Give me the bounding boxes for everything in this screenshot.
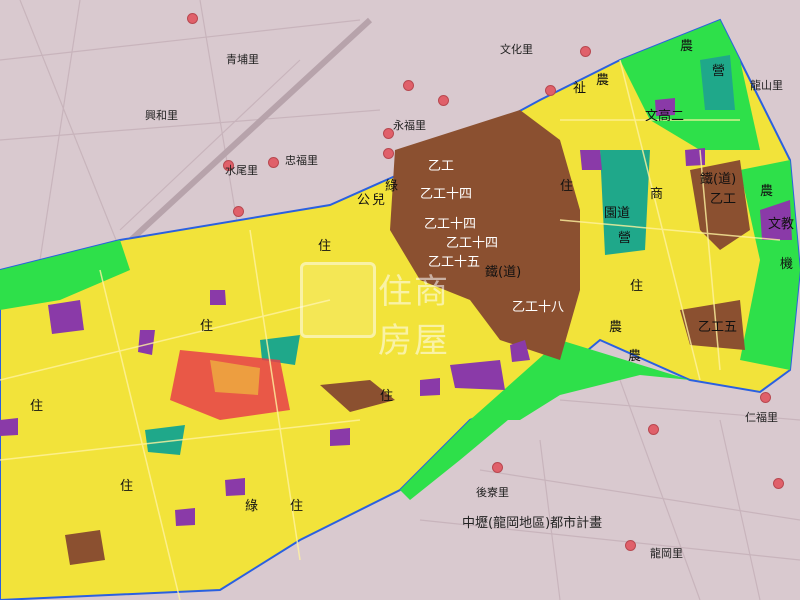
zone-label: 祉	[573, 81, 587, 96]
zone-label: 營	[618, 231, 632, 246]
watermark-icon	[300, 262, 376, 338]
zone-label: 綠	[385, 179, 399, 194]
village-dot	[773, 478, 784, 489]
zone-label: 乙工十四	[424, 217, 477, 232]
village-dot	[438, 95, 449, 106]
village-dot	[403, 80, 414, 91]
zone-label: 住	[380, 389, 394, 404]
map-title: 中壢(龍岡地區)都市計畫	[462, 516, 603, 531]
zone-label: 鐵(道)	[700, 172, 737, 187]
zone-label: 商	[650, 187, 664, 202]
zone-label: 農	[760, 184, 774, 199]
district-label: 後寮里	[476, 486, 509, 499]
village-dot	[545, 85, 556, 96]
district-label: 仁福里	[745, 411, 778, 424]
zone-label: 農	[596, 73, 610, 88]
district-label: 興和里	[145, 109, 178, 122]
zone-label: 綠	[245, 499, 259, 514]
zone-label: 公	[357, 193, 371, 208]
zone-label: 住	[560, 179, 574, 194]
village-dot	[492, 462, 503, 473]
zone-label: 乙工十四	[446, 236, 499, 251]
zone-label: 乙工十八	[512, 300, 565, 315]
zone-label: 住	[630, 279, 644, 294]
watermark-text: 住商房屋	[378, 272, 450, 361]
zone-label: 乙工五	[698, 320, 738, 335]
zone-label: 農	[628, 349, 642, 364]
district-label: 忠福里	[285, 154, 318, 167]
zoning-map[interactable]: 青埔里 興和里 永福里 忠福里 文化里 龍山里 水尾里 後寮里 龍岡里 仁福里 …	[0, 0, 800, 600]
district-label: 龍岡里	[650, 547, 683, 560]
zone-label: 住	[30, 399, 44, 414]
village-dot	[760, 392, 771, 403]
watermark-logo: 住商房屋	[300, 262, 480, 361]
zone-label: 農	[609, 320, 623, 335]
zone-label: 兒	[372, 193, 386, 208]
zone-label: 機	[780, 257, 794, 272]
district-label: 青埔里	[226, 53, 259, 66]
zone-label: 乙工	[428, 159, 455, 174]
district-label: 龍山里	[750, 79, 783, 92]
district-label: 永福里	[393, 119, 426, 132]
village-dot	[187, 13, 198, 24]
zone-label: 住	[200, 319, 214, 334]
zone-label: 乙工	[710, 192, 737, 207]
zone-label: 文教	[768, 217, 795, 232]
village-dot	[580, 46, 591, 57]
zone-label: 住	[318, 239, 332, 254]
village-dot	[648, 424, 659, 435]
district-label: 水尾里	[225, 164, 258, 177]
zone-label: 鐵(道)	[485, 265, 522, 280]
zone-label: 住	[290, 499, 304, 514]
district-label: 文化里	[500, 43, 533, 56]
zone-label: 園道	[604, 206, 631, 221]
village-dot	[625, 540, 636, 551]
zone-label: 文高二	[645, 109, 685, 124]
village-dot	[383, 148, 394, 159]
village-dot	[268, 157, 279, 168]
zone-label: 營	[712, 64, 726, 79]
zone-label: 乙工十四	[420, 187, 473, 202]
village-dot	[233, 206, 244, 217]
zone-label: 住	[120, 479, 134, 494]
zone-label: 農	[680, 39, 694, 54]
